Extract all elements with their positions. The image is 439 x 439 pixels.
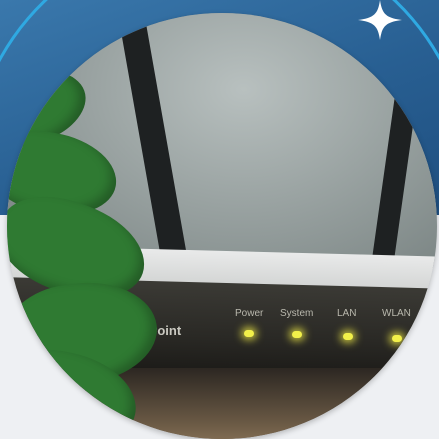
profile-photo: NK N Access Point Power System LAN WLAN bbox=[7, 13, 437, 439]
led-power bbox=[244, 330, 254, 337]
led-system bbox=[292, 331, 302, 338]
led-label-lan: LAN bbox=[337, 308, 357, 319]
led-label-power: Power bbox=[235, 308, 264, 319]
led-lan bbox=[343, 333, 353, 340]
led-wlan bbox=[392, 335, 402, 342]
led-label-system: System bbox=[280, 308, 314, 319]
led-label-wlan: WLAN bbox=[382, 308, 411, 319]
